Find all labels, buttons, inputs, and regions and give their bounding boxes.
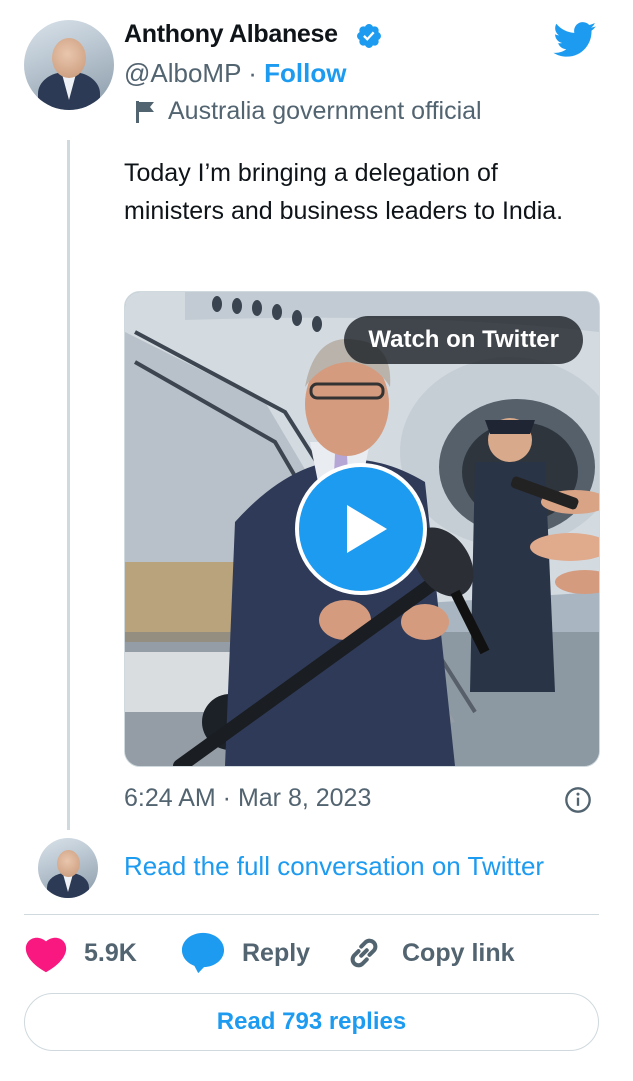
watch-on-twitter-button[interactable]: Watch on Twitter — [344, 316, 583, 364]
like-count: 5.9K — [84, 938, 137, 967]
government-flag-icon — [136, 100, 154, 123]
copy-link-button[interactable]: Copy link — [342, 928, 515, 978]
verified-badge-icon — [357, 24, 381, 48]
author-handle-row: @AlboMP · Follow — [124, 58, 346, 89]
account-label: Australia government official — [134, 97, 482, 126]
reply-label: Reply — [242, 938, 311, 967]
tweet-embed-card: Anthony Albanese @AlboMP · Follow Austra… — [0, 0, 633, 1081]
play-button[interactable] — [295, 463, 427, 595]
video-thumbnail[interactable]: Watch on Twitter — [124, 291, 600, 767]
account-label-text: Australia government official — [168, 97, 482, 125]
twitter-bird-icon[interactable] — [553, 22, 597, 58]
info-icon[interactable] — [564, 786, 592, 814]
link-icon — [350, 938, 378, 968]
tweet-timestamp[interactable]: 6:24 AM · Mar 8, 2023 — [124, 784, 371, 813]
thread-line — [67, 140, 70, 830]
follow-button[interactable]: Follow — [264, 58, 346, 88]
like-button[interactable]: 5.9K — [24, 928, 137, 978]
read-full-conversation-link[interactable]: Read the full conversation on Twitter — [124, 851, 544, 882]
author-avatar[interactable] — [24, 20, 114, 110]
author-name[interactable]: Anthony Albanese — [124, 20, 338, 49]
heart-icon — [25, 937, 67, 973]
copy-link-label: Copy link — [402, 938, 515, 967]
reply-button[interactable]: Reply — [180, 928, 310, 978]
action-bar: 5.9K Reply Copy link — [24, 928, 599, 978]
tweet-text: Today I’m bringing a delegation of minis… — [124, 159, 564, 225]
read-replies-button[interactable]: Read 793 replies — [24, 993, 599, 1051]
author-handle[interactable]: @AlboMP — [124, 58, 241, 88]
reply-bubble-icon — [181, 932, 225, 974]
conversation-avatar[interactable] — [38, 838, 98, 898]
handle-separator: · — [248, 58, 257, 88]
play-icon — [347, 505, 387, 553]
divider — [24, 914, 599, 915]
